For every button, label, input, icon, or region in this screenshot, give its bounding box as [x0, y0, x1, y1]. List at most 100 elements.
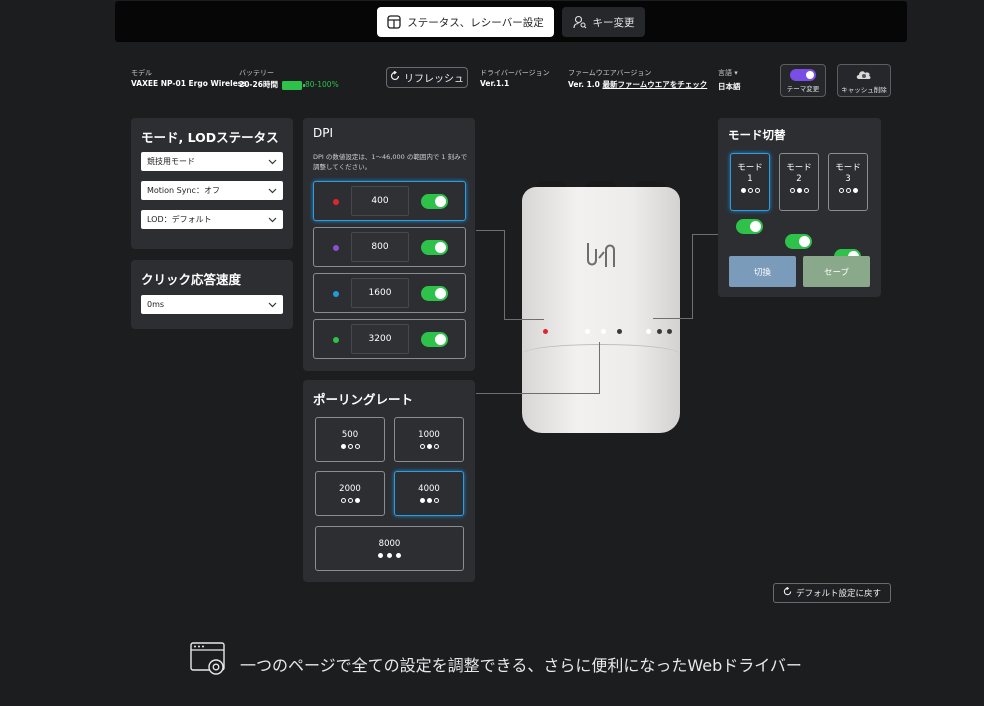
- dpi-title: DPI: [313, 126, 334, 140]
- dpi-color-dot: [333, 199, 339, 205]
- motion-sync-select[interactable]: Motion Sync：オフ: [141, 181, 283, 200]
- dashboard-icon: [387, 15, 401, 29]
- mode-button-number: 3: [845, 174, 851, 184]
- polling-option-4000[interactable]: 4000: [394, 471, 464, 516]
- dpi-value-input[interactable]: 1600: [351, 278, 409, 308]
- device-led: [667, 329, 672, 334]
- cache-clear-label: キャッシュ削除: [841, 85, 887, 94]
- polling-option-value: 8000: [378, 539, 401, 549]
- dpi-row-1[interactable]: 400: [313, 181, 466, 221]
- mode-1-toggle[interactable]: [736, 219, 763, 234]
- tab-status-receiver-label: ステータス、レシーバー設定: [407, 16, 544, 29]
- dpi-row-2[interactable]: 800: [313, 227, 466, 267]
- firmware-version-label: ファームウエアバージョン: [568, 69, 652, 77]
- chevron-down-icon: [268, 188, 277, 193]
- battery-label: バッテリー: [239, 69, 274, 77]
- mode-button-label: モード: [835, 163, 861, 173]
- connector-line: [692, 234, 719, 235]
- dpi-value-input[interactable]: 800: [351, 232, 409, 262]
- save-button[interactable]: セーブ: [803, 256, 870, 287]
- motion-sync-select-value: Motion Sync：オフ: [147, 186, 220, 195]
- click-response-select[interactable]: 0ms: [141, 295, 283, 314]
- polling-indicator: [340, 498, 360, 503]
- polling-indicator: [419, 498, 439, 503]
- polling-option-1000[interactable]: 1000: [394, 417, 464, 462]
- connector-line: [653, 318, 693, 319]
- mode-button-2[interactable]: モード 2: [779, 153, 819, 211]
- lod-select[interactable]: LOD：デフォルト: [141, 210, 283, 229]
- dpi-toggle[interactable]: [421, 286, 448, 301]
- device-led: [646, 329, 651, 334]
- dpi-toggle[interactable]: [421, 332, 448, 347]
- mode-button-3[interactable]: モード 3: [828, 153, 868, 211]
- mode-button-label: モード: [737, 163, 763, 173]
- mode-button-1[interactable]: モード 1: [730, 153, 770, 211]
- refresh-label: リフレッシュ: [404, 74, 464, 85]
- connector-line: [599, 342, 600, 394]
- polling-indicator: [378, 553, 401, 558]
- model-label: モデル: [131, 69, 152, 77]
- mode-switch-title: モード切替: [728, 128, 786, 142]
- device-led: [601, 329, 606, 334]
- reset-default-label: デフォルト設定に戻す: [795, 589, 881, 599]
- mode-select-value: 競技用モード: [147, 157, 195, 166]
- connector-line: [504, 319, 544, 320]
- dpi-value-input[interactable]: 3200: [351, 324, 409, 354]
- cache-clear-button[interactable]: キャッシュ削除: [837, 64, 891, 97]
- dpi-description: DPI の数値設定は、1～46,000 の範囲内で 1 刻みで調整してください。: [313, 153, 468, 171]
- polling-option-value: 2000: [339, 484, 361, 494]
- driver-version-label: ドライバーバージョン: [480, 69, 550, 77]
- tab-key-change[interactable]: キー変更: [562, 7, 645, 37]
- dpi-toggle[interactable]: [421, 194, 448, 209]
- polling-option-500[interactable]: 500: [315, 417, 385, 462]
- polling-option-2000[interactable]: 2000: [315, 471, 385, 516]
- mode-select[interactable]: 競技用モード: [141, 152, 283, 171]
- chevron-down-icon: [268, 302, 277, 307]
- click-response-title: クリック応答速度: [141, 272, 242, 287]
- mode-button-number: 2: [796, 174, 802, 184]
- receiver-device-image: [522, 187, 680, 433]
- connector-line: [692, 234, 693, 319]
- refresh-icon: [783, 586, 792, 599]
- firmware-version-value: Ver. 1.0: [568, 80, 600, 89]
- polling-indicator: [419, 444, 439, 449]
- refresh-button[interactable]: リフレッシュ: [386, 67, 468, 88]
- polling-indicator: [340, 444, 360, 449]
- mode-2-toggle[interactable]: [785, 234, 812, 249]
- model-value: VAXEE NP-01 Ergo Wireless: [131, 79, 247, 88]
- dpi-row-3[interactable]: 1600: [313, 273, 466, 313]
- click-response-select-value: 0ms: [147, 300, 165, 309]
- battery-percent: 80-100%: [305, 80, 339, 89]
- language-label[interactable]: 言語 ▾: [718, 68, 738, 78]
- tab-key-change-label: キー変更: [592, 16, 635, 29]
- refresh-icon: [390, 70, 400, 84]
- footer-tagline: 一つのページで全ての設定を調整できる、さらに便利になったWebドライバー: [240, 656, 802, 675]
- mode-indicator: [740, 188, 760, 193]
- mode-indicator: [838, 188, 858, 193]
- mode-indicator: [789, 188, 809, 193]
- language-value[interactable]: 日本語: [718, 81, 741, 92]
- dpi-color-dot: [333, 291, 339, 297]
- switch-button[interactable]: 切換: [729, 256, 796, 287]
- dpi-toggle[interactable]: [421, 240, 448, 255]
- tab-status-receiver[interactable]: ステータス、レシーバー設定: [377, 7, 554, 37]
- mode-button-label: モード: [786, 163, 812, 173]
- top-tab-bar: ステータス、レシーバー設定 キー変更: [115, 1, 907, 42]
- theme-change-label: テーマ変更: [786, 84, 820, 93]
- connector-line: [476, 230, 504, 231]
- dpi-row-4[interactable]: 3200: [313, 319, 466, 359]
- theme-change-button[interactable]: テーマ変更: [780, 64, 826, 97]
- dpi-value-input[interactable]: 400: [351, 186, 409, 216]
- firmware-check-link[interactable]: 最新ファームウエアをチェック: [602, 80, 707, 89]
- connector-line: [476, 393, 599, 394]
- driver-version-value: Ver.1.1: [480, 79, 510, 88]
- polling-option-8000[interactable]: 8000: [315, 526, 464, 571]
- chevron-down-icon: [268, 217, 277, 222]
- reset-default-button[interactable]: デフォルト設定に戻す: [773, 583, 891, 603]
- device-led: [657, 329, 662, 334]
- battery-status: 20-26時間 80-100%: [239, 79, 339, 90]
- battery-time: 20-26時間: [239, 80, 278, 89]
- polling-rate-title: ポーリングレート: [313, 392, 414, 407]
- dpi-color-dot: [333, 337, 339, 343]
- polling-option-value: 1000: [418, 430, 440, 440]
